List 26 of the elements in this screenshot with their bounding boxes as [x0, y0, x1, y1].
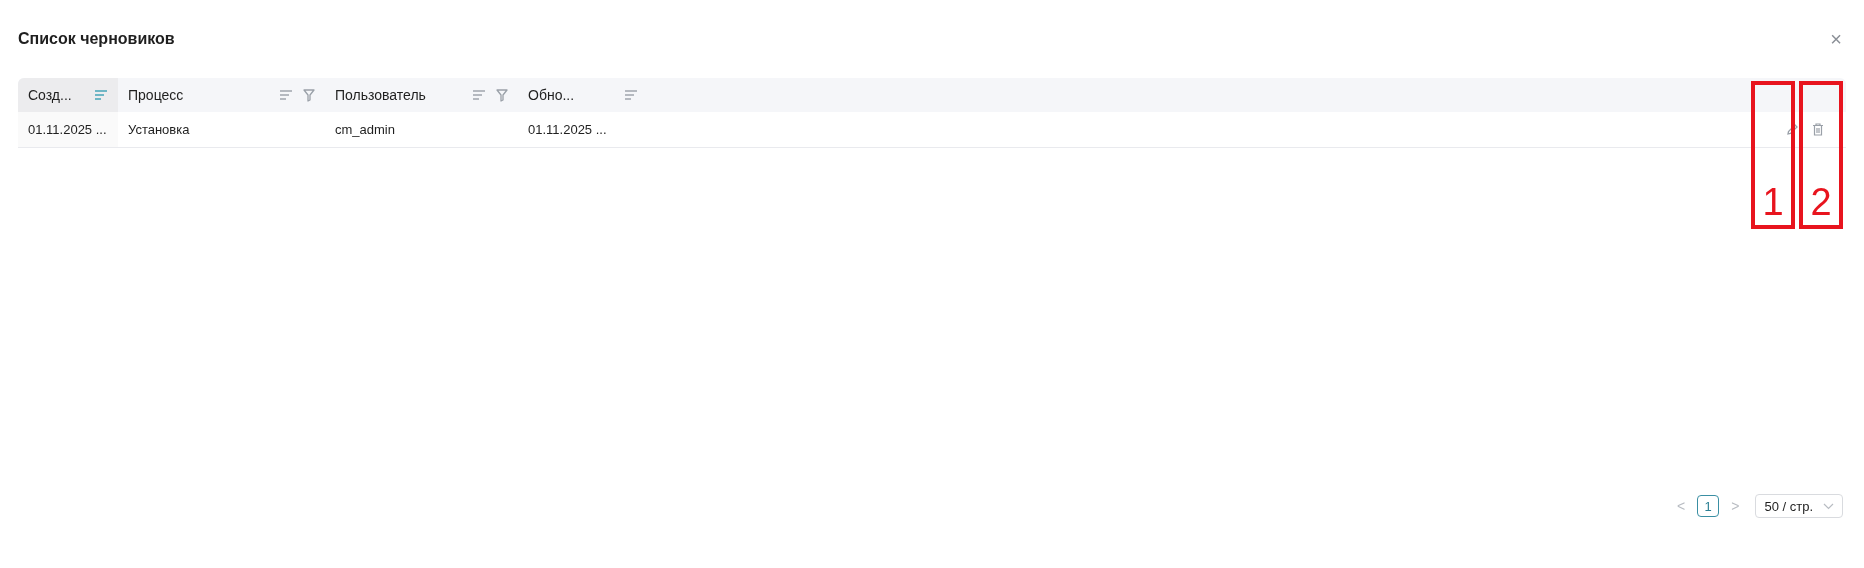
filter-icon[interactable]	[303, 88, 315, 102]
sort-icon[interactable]	[279, 89, 293, 101]
column-header[interactable]: Обно...	[518, 78, 648, 112]
filter-icon[interactable]	[496, 88, 508, 102]
trash-icon[interactable]	[1812, 123, 1824, 136]
column-header[interactable]: Процесс	[118, 78, 325, 112]
sort-icon[interactable]	[472, 89, 486, 101]
sort-icon[interactable]	[624, 89, 638, 101]
chevron-down-icon	[1823, 502, 1834, 510]
pencil-icon[interactable]	[1786, 123, 1799, 136]
page-button[interactable]: 1	[1697, 495, 1720, 517]
dialog-title: Список черновиков	[18, 30, 175, 48]
sort-icon[interactable]	[94, 89, 108, 101]
annotation-number: 1	[1762, 183, 1784, 225]
column-header[interactable]: Созд...	[18, 78, 118, 112]
column-header[interactable]: Пользователь	[325, 78, 518, 112]
table-cell-text: 01.11.2025 ...	[527, 121, 608, 139]
table-cell-text: Установка	[127, 121, 191, 139]
page-size-select[interactable]: 50 / стр.	[1755, 494, 1843, 518]
column-title: Процесс	[128, 87, 184, 103]
column-title: Обно...	[528, 87, 575, 103]
table-cell-text: cm_admin	[334, 121, 396, 139]
table-cell: 01.11.2025 ...	[18, 112, 118, 147]
column-title: Пользователь	[335, 87, 426, 103]
annotation-number: 2	[1810, 183, 1832, 225]
column-title: Созд...	[28, 87, 72, 103]
